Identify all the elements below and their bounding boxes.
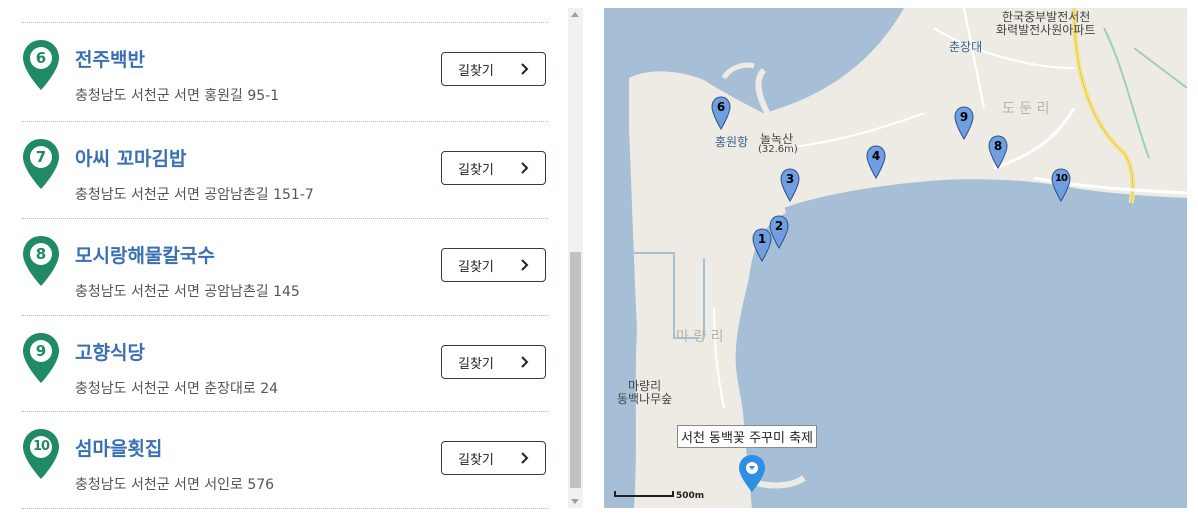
place-number: 8 bbox=[35, 245, 47, 263]
map-marker-8[interactable]: 8 bbox=[988, 135, 1010, 169]
directions-button-label: 길찾기 bbox=[458, 357, 494, 372]
map-event-label[interactable]: 서천 동백꽃 주꾸미 축제 bbox=[677, 425, 817, 448]
map-scale-label: 500m bbox=[676, 491, 705, 501]
map-marker-2[interactable]: 2 bbox=[769, 215, 791, 249]
scroll-down-arrow-icon[interactable] bbox=[571, 499, 579, 504]
chevron-right-icon bbox=[521, 356, 529, 368]
chevron-right-icon bbox=[521, 162, 529, 174]
event-location-pin-icon[interactable] bbox=[738, 454, 768, 494]
map-marker-10[interactable]: 10 bbox=[1051, 168, 1073, 202]
map-marker-3[interactable]: 3 bbox=[780, 168, 802, 202]
place-number: 6 bbox=[35, 49, 47, 67]
list-item: 9 고향식당 충청남도 서천군 서면 춘장대로 24 길찾기 bbox=[22, 315, 548, 412]
chevron-right-icon bbox=[521, 259, 529, 271]
place-name[interactable]: 모시랑해물칼국수 bbox=[75, 241, 215, 268]
list-item: 6 전주백반 충청남도 서천군 서면 홍원길 95-1 길찾기 bbox=[22, 22, 548, 119]
place-name[interactable]: 섬마을횟집 bbox=[75, 434, 162, 461]
directions-button[interactable]: 길찾기 bbox=[441, 151, 546, 185]
place-name[interactable]: 고향식당 bbox=[75, 338, 145, 365]
place-number: 9 bbox=[35, 342, 47, 360]
chevron-right-icon bbox=[521, 63, 529, 75]
directions-button-label: 길찾기 bbox=[458, 260, 494, 275]
map-marker-4[interactable]: 4 bbox=[866, 145, 888, 179]
list-item: 10 섬마을횟집 충청남도 서천군 서면 서인로 576 길찾기 bbox=[22, 411, 548, 508]
map-marker-number: 2 bbox=[774, 219, 784, 233]
map-marker-number: 4 bbox=[871, 149, 881, 163]
location-pin-icon bbox=[23, 429, 59, 479]
divider bbox=[22, 508, 548, 509]
list-item: 8 모시랑해물칼국수 충청남도 서천군 서면 공암남촌길 145 길찾기 bbox=[22, 218, 548, 315]
directions-button[interactable]: 길찾기 bbox=[441, 52, 546, 86]
directions-button[interactable]: 길찾기 bbox=[441, 441, 546, 475]
map-marker-number: 10 bbox=[1055, 173, 1068, 184]
directions-button-label: 길찾기 bbox=[458, 163, 494, 178]
place-address: 충청남도 서천군 서면 서인로 576 bbox=[75, 477, 275, 493]
map-marker-number: 6 bbox=[716, 100, 726, 114]
place-address: 충청남도 서천군 서면 춘장대로 24 bbox=[75, 381, 279, 397]
place-number: 7 bbox=[35, 148, 47, 166]
map-label-camellia-forest-2: 동백나무숲 bbox=[617, 392, 673, 406]
map-marker-number: 8 bbox=[993, 139, 1003, 153]
place-list: 6 전주백반 충청남도 서천군 서면 홍원길 95-1 길찾기 7 아씨 꼬마김… bbox=[0, 0, 566, 519]
list-item: 7 아씨 꼬마김밥 충청남도 서천군 서면 공암남촌길 151-7 길찾기 bbox=[22, 121, 548, 218]
scroll-up-arrow-icon[interactable] bbox=[571, 12, 579, 17]
map-label-village-maryang: 마 량 리 bbox=[676, 329, 724, 345]
map-marker-6[interactable]: 6 bbox=[711, 96, 733, 130]
chevron-right-icon bbox=[521, 452, 529, 464]
map-label-beach: 춘장대 bbox=[949, 40, 983, 54]
map-marker-number: 3 bbox=[785, 172, 795, 186]
scrollbar[interactable] bbox=[568, 8, 583, 508]
place-name[interactable]: 아씨 꼬마김밥 bbox=[75, 144, 187, 171]
directions-button-label: 길찾기 bbox=[458, 64, 494, 79]
directions-button[interactable]: 길찾기 bbox=[441, 248, 546, 282]
place-address: 충청남도 서천군 서면 공암남촌길 145 bbox=[75, 284, 300, 300]
place-name[interactable]: 전주백반 bbox=[75, 45, 145, 72]
place-number: 10 bbox=[32, 439, 50, 454]
map-marker-number: 9 bbox=[959, 110, 969, 124]
directions-button[interactable]: 길찾기 bbox=[441, 345, 546, 379]
map-label-apartment: 화력발전사원아파트 bbox=[996, 23, 1096, 37]
map-scale-bar bbox=[614, 491, 674, 497]
place-address: 충청남도 서천군 서면 홍원길 95-1 bbox=[75, 88, 280, 104]
place-address: 충청남도 서천군 서면 공암남촌길 151-7 bbox=[75, 187, 314, 203]
map-marker-9[interactable]: 9 bbox=[954, 106, 976, 140]
scrollbar-thumb[interactable] bbox=[570, 252, 581, 488]
directions-button-label: 길찾기 bbox=[458, 453, 494, 468]
map-view[interactable]: 한국중부발전서천 화력발전사원아파트 춘장대 놀녹산 (32.6m) 홍원항 도… bbox=[604, 8, 1187, 508]
map-label-village-dodun: 도 둔 리 bbox=[1002, 101, 1050, 117]
map-label-mountain-height: (32.6m) bbox=[758, 144, 798, 155]
map-label-port: 홍원항 bbox=[715, 135, 749, 149]
